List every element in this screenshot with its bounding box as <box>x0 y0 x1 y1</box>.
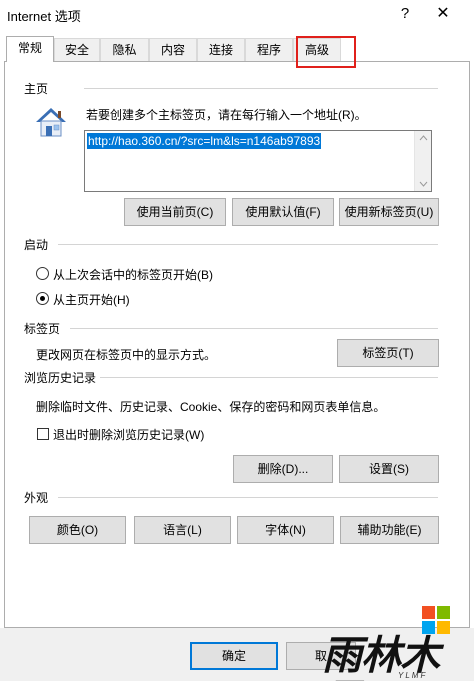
use-new-tab-button[interactable]: 使用新标签页(U) <box>339 198 439 226</box>
radio-homepage[interactable] <box>36 292 49 305</box>
appearance-section-label: 外观 <box>24 491 49 505</box>
languages-button[interactable]: 语言(L) <box>134 516 231 544</box>
fonts-button[interactable]: 字体(N) <box>237 516 334 544</box>
homepage-section-label: 主页 <box>24 82 49 96</box>
watermark-text: 雨林木风 <box>322 632 440 681</box>
homepage-url-input[interactable]: http://hao.360.cn/?src=lm&ls=n146ab97893 <box>84 130 432 192</box>
use-default-button[interactable]: 使用默认值(F) <box>232 198 334 226</box>
window-title: Internet 选项 <box>7 9 81 24</box>
tabs-description: 更改网页在标签页中的显示方式。 <box>36 348 217 362</box>
windows-logo-icon <box>422 606 450 634</box>
delete-history-button[interactable]: 删除(D)... <box>233 455 333 483</box>
tab-programs[interactable]: 程序 <box>245 38 293 62</box>
ok-button[interactable]: 确定 <box>190 642 278 670</box>
tabs-divider <box>70 328 438 329</box>
tab-security[interactable]: 安全 <box>54 38 100 62</box>
use-current-button[interactable]: 使用当前页(C) <box>124 198 226 226</box>
help-button[interactable]: ? <box>394 3 416 25</box>
highlight-box <box>296 36 356 68</box>
tab-content[interactable]: 内容 <box>149 38 197 62</box>
tabs-button[interactable]: 标签页(T) <box>337 339 439 367</box>
house-icon <box>34 106 68 138</box>
radio-homepage-label[interactable]: 从主页开始(H) <box>53 291 130 308</box>
accessibility-button[interactable]: 辅助功能(E) <box>340 516 439 544</box>
radio-last-session-label[interactable]: 从上次会话中的标签页开始(B) <box>53 266 213 283</box>
url-scrollbar[interactable] <box>414 131 431 191</box>
history-description: 删除临时文件、历史记录、Cookie、保存的密码和网页表单信息。 <box>36 400 386 414</box>
delete-on-exit-label[interactable]: 退出时删除浏览历史记录(W) <box>53 426 204 443</box>
watermark-subtext: YLMF <box>398 671 428 680</box>
colors-button[interactable]: 颜色(O) <box>29 516 126 544</box>
delete-on-exit-checkbox[interactable] <box>37 428 49 440</box>
homepage-divider <box>84 88 438 89</box>
close-button[interactable]: ✕ <box>432 3 454 25</box>
title-bar: Internet 选项 ? ✕ <box>0 0 474 30</box>
tab-general[interactable]: 常规 <box>6 36 54 62</box>
history-settings-button[interactable]: 设置(S) <box>339 455 439 483</box>
history-section-label: 浏览历史记录 <box>24 371 97 385</box>
homepage-url-text: http://hao.360.cn/?src=lm&ls=n146ab97893 <box>87 133 322 149</box>
homepage-description: 若要创建多个主标签页，请在每行输入一个地址(R)。 <box>86 108 367 122</box>
appearance-divider <box>58 497 438 498</box>
tab-strip: 常规 安全 隐私 内容 连接 程序 高级 <box>4 36 470 62</box>
startup-section-label: 启动 <box>24 238 49 252</box>
tabs-section-label: 标签页 <box>24 322 61 336</box>
history-divider <box>100 377 438 378</box>
radio-last-session[interactable] <box>36 267 49 280</box>
tab-privacy[interactable]: 隐私 <box>100 38 149 62</box>
tab-connections[interactable]: 连接 <box>197 38 245 62</box>
startup-divider <box>58 244 438 245</box>
